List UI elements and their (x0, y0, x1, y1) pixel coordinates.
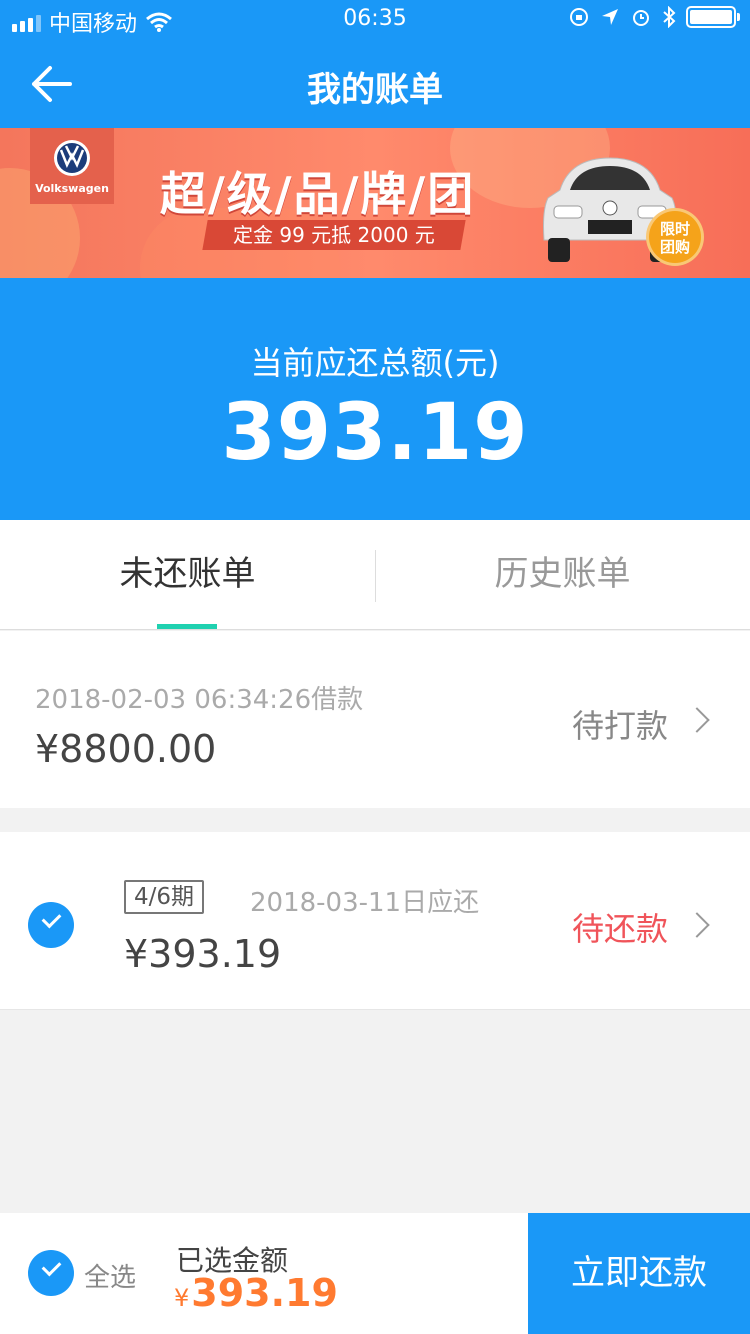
total-label: 当前应还总额(元) (250, 344, 500, 382)
total-summary: 当前应还总额(元) 393.19 (0, 278, 750, 520)
promo-banner[interactable]: Volkswagen 超/级/品/牌/团 定金 99 元抵 2000 元 限时 … (0, 128, 750, 278)
bill-amount: ¥8800.00 (35, 727, 217, 771)
installment-amount: ¥393.19 (124, 932, 282, 976)
status-right (568, 6, 740, 28)
nav-bar: 我的账单 (0, 40, 750, 128)
bill-date: 2018-02-03 06:34:26借款 (35, 685, 364, 715)
vw-emblem-icon (54, 139, 90, 176)
location-icon (602, 9, 618, 25)
badge-line-1: 限时 (659, 220, 690, 238)
page-title: 我的账单 (307, 70, 443, 110)
bill-card-installment[interactable]: 4/6期 2018-03-11日应还 ¥393.19 待还款 (0, 832, 750, 1010)
selected-amount: ¥393.19 (174, 1271, 338, 1315)
selected-amount-value: 393.19 (191, 1271, 338, 1315)
select-all-checkbox[interactable] (28, 1250, 74, 1296)
bluetooth-icon (663, 6, 676, 28)
banner-headline: 超/级/品/牌/团 (160, 167, 476, 221)
alarm-icon (633, 10, 649, 26)
currency-symbol: ¥ (174, 1284, 190, 1312)
bill-card-loan[interactable]: 2018-02-03 06:34:26借款 ¥8800.00 待打款 (0, 631, 750, 808)
volkswagen-logo: Volkswagen (30, 128, 114, 204)
period-tag: 4/6期 (124, 880, 205, 914)
battery-icon (686, 6, 740, 28)
active-tab-indicator (157, 624, 217, 629)
bottom-bar: 全选 已选金额 ¥393.19 立即还款 (0, 1213, 750, 1334)
pay-now-button[interactable]: 立即还款 (528, 1213, 750, 1334)
due-date: 2018-03-11日应还 (250, 888, 480, 918)
brand-name: Volkswagen (35, 181, 109, 195)
bill-status: 待打款 (571, 707, 668, 745)
promo-badge: 限时 团购 (646, 208, 704, 266)
bill-tabs: 未还账单 历史账单 (0, 520, 750, 630)
tab-unpaid[interactable]: 未还账单 (0, 520, 375, 630)
chevron-right-icon (684, 707, 710, 733)
total-amount: 393.19 (221, 388, 529, 478)
orientation-lock-icon (570, 8, 588, 26)
banner-subline-text: 定金 99 元抵 2000 元 (233, 223, 435, 247)
top-bar: 中国移动 06:35 我的账单 (0, 0, 750, 128)
banner-subline: 定金 99 元抵 2000 元 (202, 220, 466, 250)
bill-checkbox[interactable] (28, 902, 74, 948)
tab-history[interactable]: 历史账单 (375, 520, 750, 630)
chevron-right-icon (684, 912, 710, 938)
status-bar: 中国移动 06:35 (0, 0, 750, 40)
select-all-label[interactable]: 全选 (84, 1257, 136, 1294)
badge-line-2: 团购 (659, 238, 690, 256)
installment-status: 待还款 (571, 910, 668, 948)
